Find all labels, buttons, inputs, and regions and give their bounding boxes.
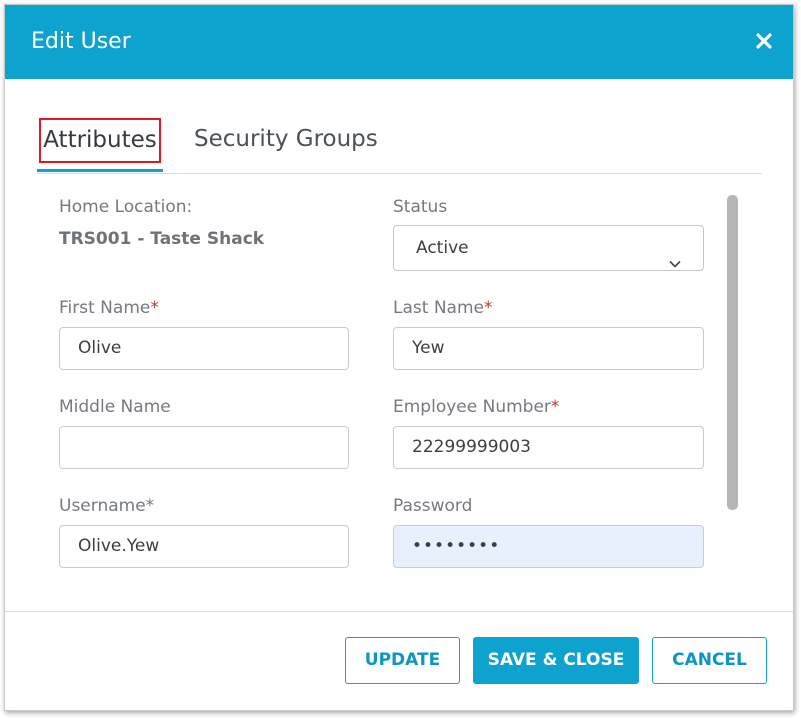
status-selected-value: Active bbox=[416, 238, 469, 258]
home-location-label: Home Location: bbox=[59, 197, 193, 217]
middle-name-label: Middle Name bbox=[59, 397, 171, 417]
close-icon[interactable] bbox=[753, 30, 775, 52]
password-input[interactable]: •••••••• bbox=[393, 525, 704, 568]
attributes-form: Home Location: TRS001 - Taste Shack Stat… bbox=[5, 175, 793, 611]
last-name-label: Last Name* bbox=[393, 298, 493, 318]
username-input[interactable]: Olive.Yew bbox=[59, 525, 349, 568]
last-name-input[interactable]: Yew bbox=[393, 327, 704, 370]
first-name-input[interactable]: Olive bbox=[59, 327, 349, 370]
chevron-down-icon bbox=[669, 242, 681, 268]
dialog-header: Edit User bbox=[5, 5, 793, 79]
update-button[interactable]: UPDATE bbox=[345, 637, 460, 684]
tab-bar: Attributes Security Groups bbox=[37, 116, 762, 174]
form-scrollbar[interactable] bbox=[727, 195, 738, 510]
save-and-close-button[interactable]: SAVE & CLOSE bbox=[473, 637, 639, 684]
tab-attributes[interactable]: Attributes bbox=[37, 116, 165, 172]
middle-name-input[interactable] bbox=[59, 426, 349, 469]
username-label: Username* bbox=[59, 496, 155, 516]
status-select[interactable]: Active bbox=[393, 225, 704, 271]
edit-user-dialog: Edit User Attributes Security Groups Hom… bbox=[4, 4, 794, 711]
tab-security-groups[interactable]: Security Groups bbox=[194, 122, 378, 156]
first-name-label: First Name* bbox=[59, 298, 159, 318]
dialog-title: Edit User bbox=[31, 29, 131, 54]
dialog-footer: UPDATE SAVE & CLOSE CANCEL bbox=[5, 611, 793, 710]
employee-number-input[interactable]: 22299999003 bbox=[393, 426, 704, 469]
status-label: Status bbox=[393, 197, 448, 217]
home-location-value: TRS001 - Taste Shack bbox=[59, 229, 265, 249]
tab-attributes-label: Attributes bbox=[39, 118, 161, 163]
employee-number-label: Employee Number* bbox=[393, 397, 560, 417]
active-tab-indicator bbox=[37, 169, 163, 172]
password-label: Password bbox=[393, 496, 473, 516]
cancel-button[interactable]: CANCEL bbox=[652, 637, 767, 684]
